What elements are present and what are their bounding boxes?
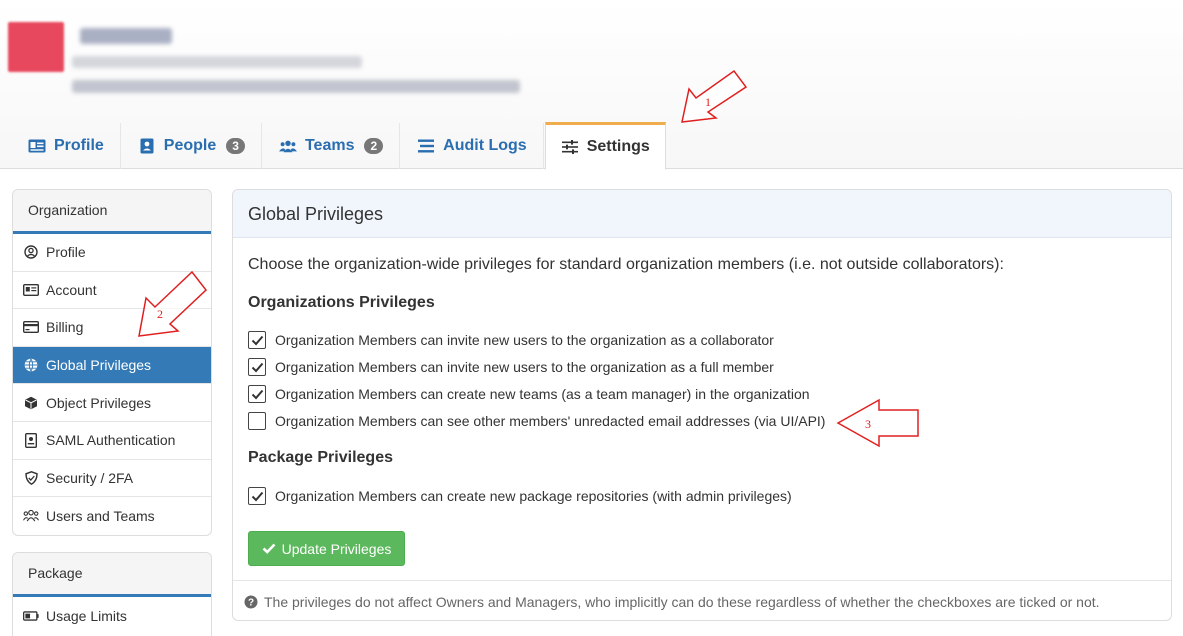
org-avatar: [8, 22, 64, 72]
annotation-number: 3: [865, 417, 871, 431]
privilege-checkbox[interactable]: [248, 412, 266, 430]
privilege-row: Organization Members can see other membe…: [248, 412, 825, 430]
sliders-icon: [561, 139, 579, 155]
privilege-row: Organization Members can invite new user…: [248, 331, 774, 349]
globe-icon: [23, 357, 39, 373]
question-circle-icon: ?: [244, 595, 258, 609]
sidebar-item-label: Security / 2FA: [46, 469, 134, 486]
privilege-row: Organization Members can create new team…: [248, 385, 810, 403]
privilege-label: Organization Members can invite new user…: [275, 332, 774, 348]
org-name-redacted: [80, 28, 172, 44]
org-header: Profile People 3 Teams 2 Audit Logs Sett…: [0, 0, 1183, 170]
sidebar-item-label: Profile: [46, 244, 86, 261]
package-privileges-heading: Package Privileges: [248, 449, 393, 466]
sidebar-item-label: Object Privileges: [46, 394, 152, 411]
sidebar-item-usage-limits[interactable]: Usage Limits: [13, 597, 211, 635]
organization-menu-title: Organization: [13, 190, 211, 234]
org-detail-redacted: [72, 56, 362, 68]
people-count-badge: 3: [226, 138, 245, 154]
users-icon: [23, 508, 39, 524]
button-label: Update Privileges: [281, 540, 392, 557]
package-menu-title: Package: [13, 553, 211, 597]
tab-label: Profile: [54, 137, 104, 154]
tab-people[interactable]: People 3: [122, 122, 263, 169]
privileges-footnote: ? The privileges do not affect Owners an…: [233, 580, 1171, 620]
sidebar-item-object-privileges[interactable]: Object Privileges: [13, 384, 211, 422]
list-icon: [417, 138, 435, 154]
privilege-row: Organization Members can create new pack…: [248, 487, 792, 505]
org-tabs: Profile People 3 Teams 2 Audit Logs Sett…: [12, 122, 668, 170]
global-privileges-panel: Global Privileges Choose the organizatio…: [232, 189, 1172, 621]
privilege-checkbox[interactable]: [248, 487, 266, 505]
annotation-number: 1: [705, 95, 711, 109]
footnote-text: The privileges do not affect Owners and …: [264, 593, 1100, 610]
sidebar-item-profile[interactable]: Profile: [13, 234, 211, 272]
shield-icon: [23, 470, 39, 486]
org-detail-redacted: [72, 80, 520, 93]
annotation-number: 2: [157, 307, 163, 321]
tab-label: Settings: [586, 138, 650, 155]
org-privileges-heading: Organizations Privileges: [248, 294, 435, 311]
sidebar-item-saml-authentication[interactable]: SAML Authentication: [13, 422, 211, 460]
sidebar-item-security-2fa[interactable]: Security / 2FA: [13, 460, 211, 498]
person-badge-icon: [138, 138, 156, 154]
tab-settings[interactable]: Settings: [544, 122, 666, 170]
sidebar-item-label: Users and Teams: [46, 507, 155, 524]
privilege-label: Organization Members can see other membe…: [275, 413, 826, 429]
privilege-checkbox[interactable]: [248, 331, 266, 349]
user-circle-icon: [23, 244, 39, 260]
tab-teams[interactable]: Teams 2: [263, 122, 401, 169]
battery-icon: [23, 608, 39, 624]
id-card-icon: [28, 138, 46, 154]
sidebar-item-label: SAML Authentication: [46, 432, 176, 449]
check-icon: [262, 543, 276, 554]
credit-card-icon: [23, 319, 39, 335]
tab-profile[interactable]: Profile: [12, 122, 121, 169]
update-privileges-button[interactable]: Update Privileges: [248, 531, 405, 566]
privilege-checkbox[interactable]: [248, 358, 266, 376]
users-icon: [278, 138, 297, 154]
svg-text:?: ?: [248, 597, 254, 608]
privilege-label: Organization Members can create new team…: [275, 386, 810, 402]
organization-menu: Organization Profile Account Billing Glo…: [12, 189, 212, 536]
sidebar-item-label: Account: [46, 281, 97, 298]
sidebar-item-label: Usage Limits: [46, 607, 127, 624]
tab-label: People: [163, 137, 217, 154]
page-title: Global Privileges: [233, 190, 1171, 238]
annotation-arrow-2: 2: [138, 270, 208, 337]
badge-icon: [23, 432, 39, 448]
privilege-checkbox[interactable]: [248, 385, 266, 403]
tab-label: Audit Logs: [443, 137, 527, 154]
sidebar-item-label: Billing: [46, 319, 84, 336]
privilege-label: Organization Members can invite new user…: [275, 359, 774, 375]
package-menu: Package Usage Limits: [12, 552, 212, 636]
privilege-label: Organization Members can create new pack…: [275, 488, 792, 504]
cube-icon: [23, 395, 39, 411]
sidebar-item-global-privileges[interactable]: Global Privileges: [13, 346, 211, 385]
tab-label: Teams: [304, 137, 355, 154]
annotation-arrow-1: 1: [681, 69, 748, 123]
sidebar-item-users-and-teams[interactable]: Users and Teams: [13, 497, 211, 535]
sidebar-item-label: Global Privileges: [46, 357, 152, 374]
teams-count-badge: 2: [364, 138, 384, 154]
annotation-arrow-3: 3: [836, 398, 919, 448]
privilege-row: Organization Members can invite new user…: [248, 358, 774, 376]
tab-audit-logs[interactable]: Audit Logs: [401, 122, 544, 169]
intro-text: Choose the organization-wide privileges …: [248, 256, 1004, 273]
id-card-icon: [23, 282, 39, 298]
